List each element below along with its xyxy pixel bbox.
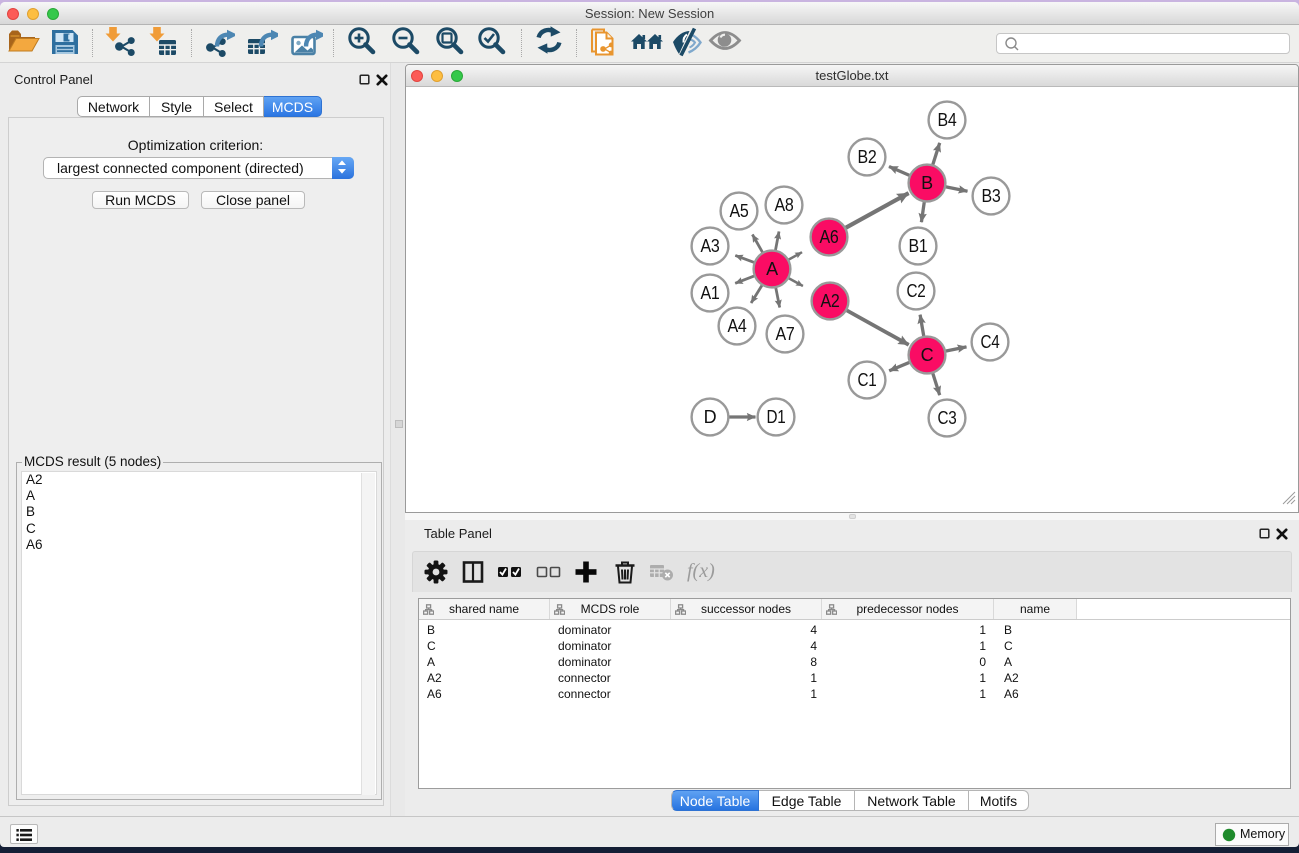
- svg-text:C3: C3: [938, 408, 957, 428]
- svg-text:A3: A3: [701, 236, 720, 256]
- svg-text:C: C: [921, 345, 934, 365]
- svg-text:C2: C2: [907, 281, 926, 301]
- svg-text:C4: C4: [981, 332, 1000, 352]
- svg-text:A8: A8: [775, 195, 794, 215]
- svg-text:B3: B3: [982, 186, 1001, 206]
- svg-text:A2: A2: [821, 291, 840, 311]
- svg-text:B1: B1: [909, 236, 928, 256]
- svg-text:C1: C1: [858, 370, 877, 390]
- svg-text:A5: A5: [730, 201, 749, 221]
- svg-text:B2: B2: [858, 147, 877, 167]
- svg-text:A6: A6: [820, 227, 839, 247]
- svg-text:D1: D1: [767, 407, 786, 427]
- svg-text:D: D: [704, 407, 717, 427]
- svg-text:A7: A7: [776, 324, 795, 344]
- svg-text:B: B: [921, 173, 933, 193]
- svg-text:B4: B4: [938, 110, 957, 130]
- svg-text:A4: A4: [728, 316, 747, 336]
- svg-text:A1: A1: [701, 283, 720, 303]
- svg-text:A: A: [766, 259, 778, 279]
